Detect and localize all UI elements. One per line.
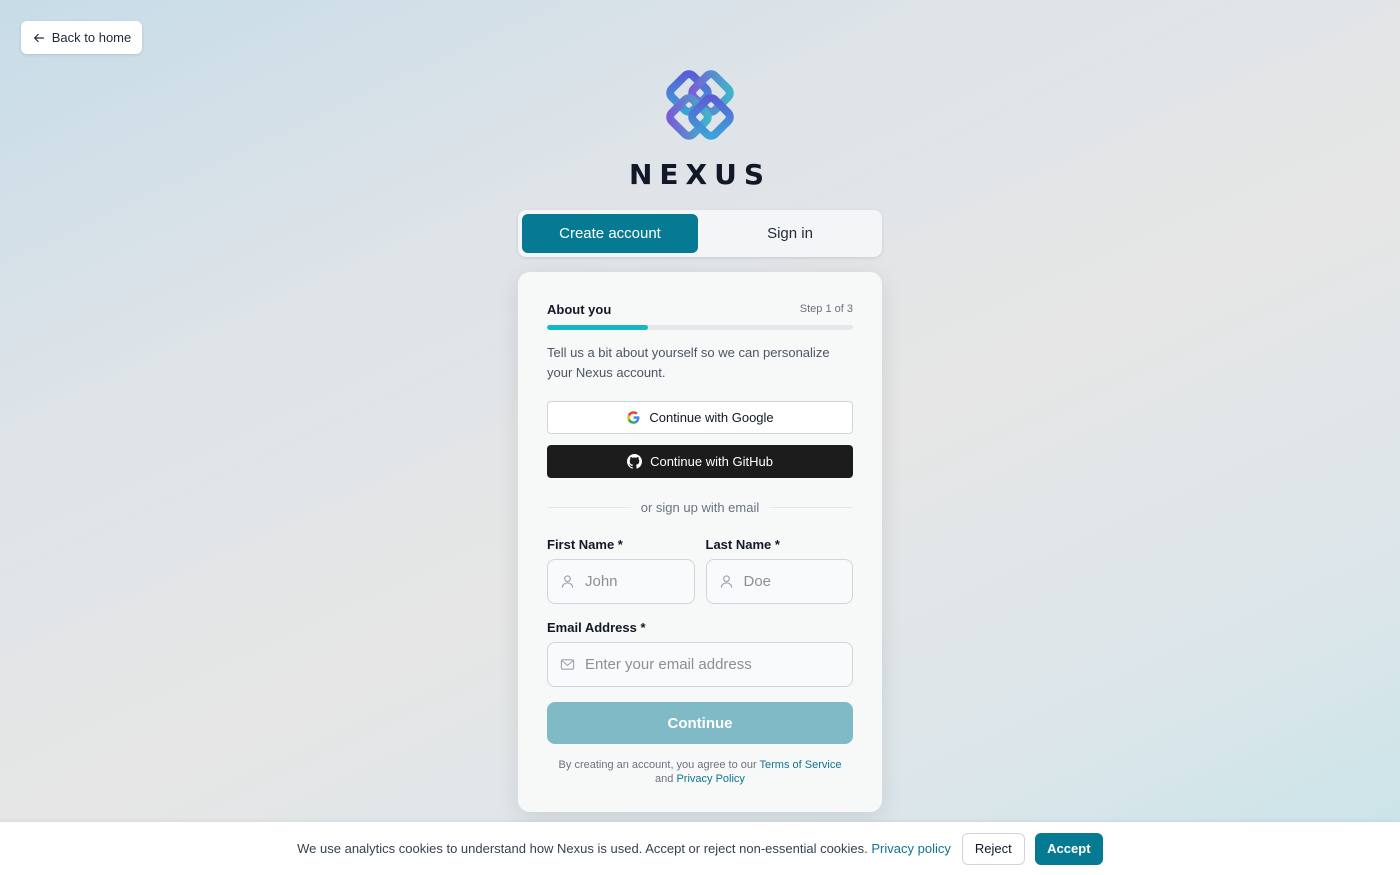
last-name-input[interactable] — [743, 573, 840, 590]
step-header: About you Step 1 of 3 — [547, 300, 853, 318]
progress-fill — [547, 325, 648, 330]
github-button-label: Continue with GitHub — [650, 454, 773, 469]
mail-icon — [560, 659, 575, 670]
first-name-label: First Name * — [547, 537, 623, 552]
divider-line-right — [769, 507, 853, 508]
intro-text: Tell us a bit about yourself so we can p… — [547, 345, 830, 380]
accept-cookies-button[interactable]: Accept — [1034, 832, 1103, 865]
email-box — [547, 642, 853, 687]
last-name-group: Last Name * — [705, 537, 853, 604]
arrow-left-icon — [33, 33, 44, 42]
auth-tabs: Create account Sign in — [518, 210, 882, 257]
progress-bar — [547, 325, 853, 330]
signup-card: About you Step 1 of 3 Tell us a bit abou… — [518, 272, 882, 812]
google-icon — [627, 411, 640, 424]
reject-cookies-button[interactable]: Reject — [961, 832, 1025, 865]
cookie-message: We use analytics cookies to understand h… — [297, 841, 868, 856]
email-label: Email Address * — [547, 620, 646, 635]
name-row: First Name * Last Name * — [547, 537, 853, 604]
step-count: Step 1 of 3 — [799, 303, 853, 315]
google-button-label: Continue with Google — [649, 410, 774, 425]
step-title: About you — [547, 301, 612, 317]
terms-of-service-link[interactable]: Terms of Service — [760, 759, 842, 771]
first-name-box — [547, 559, 695, 604]
cookie-privacy-link[interactable]: Privacy policy — [871, 841, 950, 856]
email-group: Email Address * — [547, 620, 853, 687]
cookie-text-wrap: We use analytics cookies to understand h… — [297, 841, 951, 856]
first-name-input[interactable] — [585, 573, 682, 590]
back-to-home-label: Back to home — [51, 30, 132, 45]
divider: or sign up with email — [547, 500, 853, 515]
continue-with-github-button[interactable]: Continue with GitHub — [547, 445, 853, 478]
back-to-home-button[interactable]: Back to home — [21, 21, 142, 54]
user-icon — [561, 575, 574, 588]
last-name-box — [705, 559, 853, 604]
terms-text: By creating an account, you agree to our… — [547, 758, 853, 786]
brand-wordmark: NEXUS — [628, 158, 772, 191]
email-input[interactable] — [585, 656, 840, 673]
continue-button[interactable]: Continue — [547, 702, 853, 744]
continue-with-google-button[interactable]: Continue with Google — [547, 401, 853, 434]
privacy-policy-link[interactable]: Privacy Policy — [676, 773, 744, 785]
user-icon — [720, 575, 732, 588]
first-name-group: First Name * — [547, 537, 695, 604]
nexus-logo-icon — [666, 70, 734, 140]
terms-and: and — [655, 773, 674, 785]
tab-create-account[interactable]: Create account — [522, 214, 698, 253]
last-name-label: Last Name * — [705, 537, 780, 552]
github-icon — [627, 454, 643, 469]
terms-prefix: By creating an account, you agree to our — [558, 759, 757, 771]
cookie-banner: We use analytics cookies to understand h… — [0, 822, 1400, 875]
tab-sign-in[interactable]: Sign in — [702, 214, 878, 253]
divider-line-left — [547, 507, 631, 508]
divider-label: or sign up with email — [640, 500, 760, 515]
